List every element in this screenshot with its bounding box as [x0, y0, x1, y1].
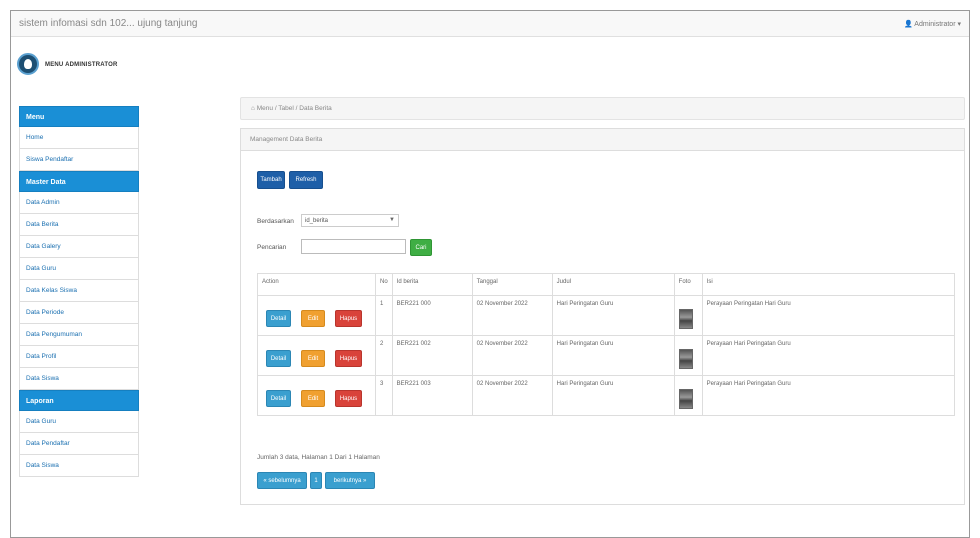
photo-thumbnail[interactable] — [678, 349, 693, 369]
delete-button[interactable]: Hapus — [335, 310, 362, 327]
cell-tanggal: 02 November 2022 — [471, 335, 553, 376]
news-table: Action No Id berita Tanggal Judul Foto I… — [257, 273, 956, 416]
delete-button[interactable]: Hapus — [335, 350, 362, 367]
cell-tanggal: 02 November 2022 — [471, 375, 553, 416]
sidebar-item-data-periode[interactable]: Data Periode — [19, 302, 139, 324]
cell-id: BER221 000 — [391, 295, 473, 336]
detail-button[interactable]: Detail — [266, 350, 291, 367]
delete-button[interactable]: Hapus — [335, 390, 362, 407]
col-judul: Judul — [551, 273, 675, 296]
col-no: No — [375, 273, 393, 296]
sidebar-item-laporan-guru[interactable]: Data Guru — [19, 411, 139, 433]
logo-text: MENU ADMINISTRATOR — [45, 62, 118, 68]
pagination-info: Jumlah 3 data, Halaman 1 Dari 1 Halaman — [257, 454, 380, 461]
photo-thumbnail[interactable] — [678, 309, 693, 329]
col-tanggal: Tanggal — [471, 273, 553, 296]
cell-tanggal: 02 November 2022 — [471, 295, 553, 336]
sidebar-section-menu: Menu — [19, 106, 139, 127]
cell-no: 2 — [375, 335, 393, 376]
prev-page-button[interactable]: « sebelumnya — [257, 472, 307, 489]
home-icon: ⌂ — [251, 105, 255, 112]
edit-button[interactable]: Edit — [301, 310, 325, 327]
cell-no: 3 — [375, 375, 393, 416]
search-label: Pencarian — [257, 244, 287, 251]
sort-select-value: id_berita — [305, 218, 329, 224]
col-foto: Foto — [673, 273, 703, 296]
app-brand[interactable]: sistem infomasi sdn 102... ujung tanjung — [19, 18, 197, 29]
user-menu[interactable]: 👤 Administrator ▾ — [904, 20, 961, 28]
row-actions: Detail Edit Hapus — [257, 295, 376, 336]
panel-heading: Management Data Berita — [241, 129, 964, 151]
table-row: Detail Edit Hapus 2 BER221 002 02 Novemb… — [257, 335, 956, 376]
sidebar-item-data-guru[interactable]: Data Guru — [19, 258, 139, 280]
breadcrumb-bar: ⌂ Menu / Tabel / Data Berita — [240, 97, 965, 120]
cell-id: BER221 003 — [391, 375, 473, 416]
breadcrumb-text: Menu / Tabel / Data Berita — [256, 105, 332, 112]
photo-thumbnail[interactable] — [678, 389, 693, 409]
cell-judul: Hari Peringatan Guru — [551, 295, 675, 336]
sidebar-item-data-admin[interactable]: Data Admin — [19, 192, 139, 214]
cell-foto — [673, 375, 703, 416]
user-name: Administrator — [914, 21, 956, 28]
top-navbar: sistem infomasi sdn 102... ujung tanjung… — [11, 11, 969, 37]
sidebar: Menu Home Siswa Pendaftar Master Data Da… — [19, 106, 139, 537]
table-header-row: Action No Id berita Tanggal Judul Foto I… — [257, 273, 956, 296]
detail-button[interactable]: Detail — [266, 390, 291, 407]
cell-foto — [673, 295, 703, 336]
sidebar-section-master-data: Master Data — [19, 171, 139, 192]
content-panel: Management Data Berita Tambah Refresh Be… — [240, 128, 965, 505]
refresh-button[interactable]: Refresh — [289, 171, 323, 189]
add-button[interactable]: Tambah — [257, 171, 285, 189]
sidebar-item-data-galery[interactable]: Data Galery — [19, 236, 139, 258]
sidebar-item-data-pengumuman[interactable]: Data Pengumuman — [19, 324, 139, 346]
col-action: Action — [257, 273, 376, 296]
cell-no: 1 — [375, 295, 393, 336]
cell-foto — [673, 335, 703, 376]
detail-button[interactable]: Detail — [266, 310, 291, 327]
cell-judul: Hari Peringatan Guru — [551, 375, 675, 416]
edit-button[interactable]: Edit — [301, 390, 325, 407]
cell-id: BER221 002 — [391, 335, 473, 376]
logo-icon — [17, 53, 39, 75]
page-1-button[interactable]: 1 — [310, 472, 322, 489]
sidebar-item-data-kelas-siswa[interactable]: Data Kelas Siswa — [19, 280, 139, 302]
row-actions: Detail Edit Hapus — [257, 335, 376, 376]
cell-isi: Perayaan Peringatan Hari Guru — [701, 295, 956, 336]
table-row: Detail Edit Hapus 1 BER221 000 02 Novemb… — [257, 295, 956, 336]
cell-isi: Perayaan Hari Peringatan Guru — [701, 375, 956, 416]
search-input[interactable] — [301, 239, 406, 254]
search-button[interactable]: Cari — [410, 239, 432, 256]
sort-select[interactable]: id_berita ▼ — [301, 214, 399, 227]
edit-button[interactable]: Edit — [301, 350, 325, 367]
cell-judul: Hari Peringatan Guru — [551, 335, 675, 376]
col-isi: Isi — [701, 273, 956, 296]
sidebar-item-data-profil[interactable]: Data Profil — [19, 346, 139, 368]
app-window: sistem infomasi sdn 102... ujung tanjung… — [10, 10, 970, 538]
chevron-down-icon: ▼ — [389, 217, 395, 223]
sidebar-item-laporan-siswa[interactable]: Data Siswa — [19, 455, 139, 477]
row-actions: Detail Edit Hapus — [257, 375, 376, 416]
sidebar-item-siswa-pendaftar[interactable]: Siswa Pendaftar — [19, 149, 139, 171]
cell-isi: Perayaan Hari Peringatan Guru — [701, 335, 956, 376]
sidebar-item-laporan-pendaftar[interactable]: Data Pendaftar — [19, 433, 139, 455]
breadcrumb[interactable]: ⌂ Menu / Tabel / Data Berita — [251, 105, 332, 112]
col-id-berita: Id berita — [391, 273, 473, 296]
table-row: Detail Edit Hapus 3 BER221 003 02 Novemb… — [257, 375, 956, 416]
next-page-button[interactable]: berikutnya » — [325, 472, 375, 489]
sidebar-section-laporan: Laporan — [19, 390, 139, 411]
sidebar-item-data-siswa[interactable]: Data Siswa — [19, 368, 139, 390]
sidebar-item-data-berita[interactable]: Data Berita — [19, 214, 139, 236]
sort-label: Berdasarkan — [257, 218, 294, 225]
sidebar-item-home[interactable]: Home — [19, 127, 139, 149]
